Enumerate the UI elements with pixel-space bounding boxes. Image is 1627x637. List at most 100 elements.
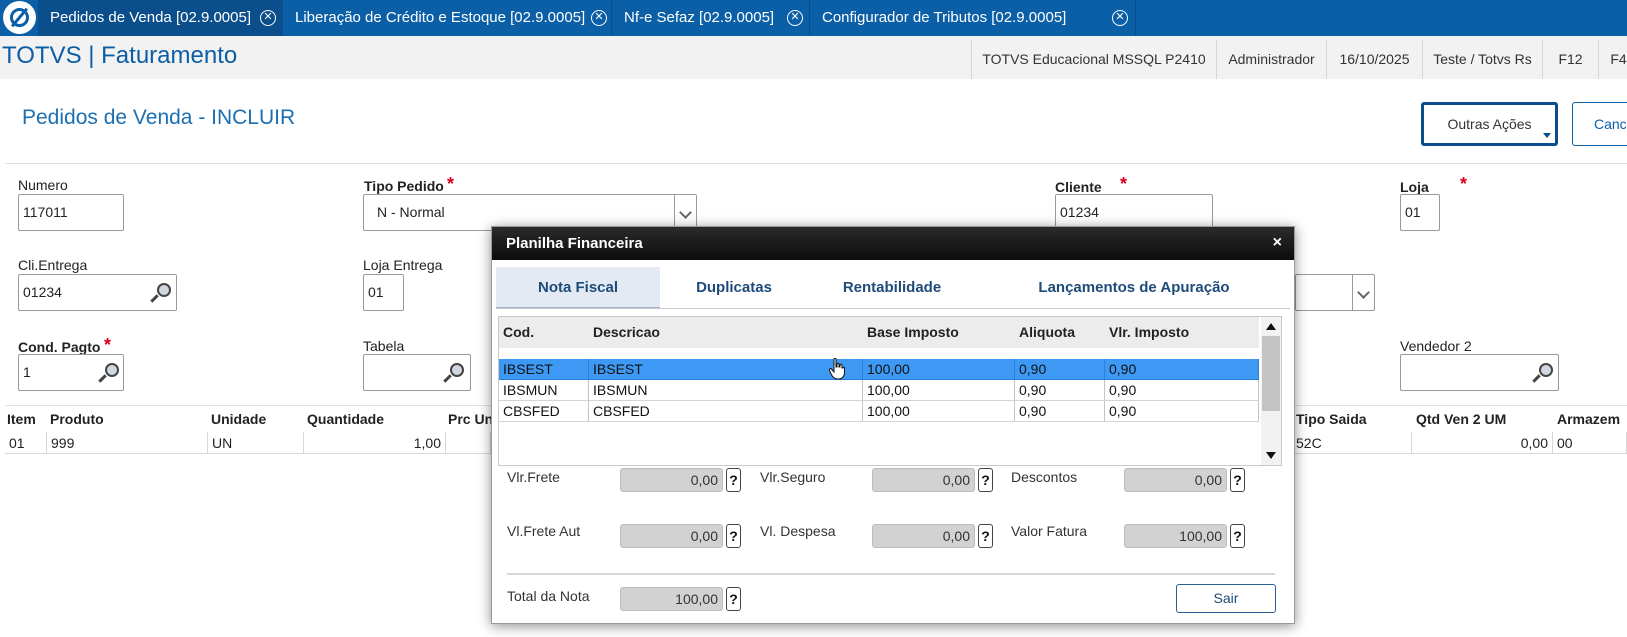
scroll-up-arrow-icon[interactable] <box>1266 323 1276 330</box>
tab-duplicatas[interactable]: Duplicatas <box>660 267 808 309</box>
cell-aliquota: 0,90 <box>1015 380 1105 401</box>
loja-entrega-field[interactable]: 01 <box>363 274 404 311</box>
tab-lancamentos-apuracao[interactable]: Lançamentos de Apuração <box>976 267 1292 309</box>
tab-label: Configurador de Tributos [02.9.0005] <box>822 9 1067 26</box>
tab-liberacao-credito[interactable]: Liberação de Crédito e Estoque [02.9.000… <box>283 0 612 36</box>
close-tab-icon[interactable]: ✕ <box>260 10 276 26</box>
help-button[interactable]: ? <box>978 468 993 492</box>
help-button[interactable]: ? <box>1230 468 1245 492</box>
tax-grid: Cod. Descricao Base Imposto Aliquota Vlr… <box>498 316 1282 466</box>
table-row[interactable]: IBSMUN IBSMUN 100,00 0,90 0,90 <box>499 380 1259 401</box>
vlr-frete-label: Vlr.Frete <box>507 469 560 485</box>
outras-acoes-label: Outras Ações <box>1447 116 1532 132</box>
help-button[interactable]: ? <box>978 524 993 548</box>
tab-pedidos-de-venda[interactable]: Pedidos de Venda [02.9.0005] ✕ <box>38 0 283 36</box>
grid-header-produto[interactable]: Produto <box>50 407 104 431</box>
grid-cell-qtd-ven-2um[interactable]: 0,00 <box>1412 432 1553 454</box>
vertical-scrollbar[interactable] <box>1261 317 1281 465</box>
f12-button[interactable]: F12 <box>1542 40 1598 79</box>
total-da-nota-label: Total da Nota <box>507 588 590 604</box>
grid-header-item[interactable]: Item <box>7 407 36 431</box>
close-icon[interactable]: × <box>1273 235 1282 251</box>
cond-pagto-field[interactable]: 1 <box>18 354 124 391</box>
valor-fatura-field: 100,00 <box>1124 524 1227 548</box>
numero-field[interactable]: 117011 <box>18 194 124 231</box>
f4-button[interactable]: F4 <box>1598 40 1627 79</box>
cell-descricao: IBSEST <box>589 359 863 380</box>
col-base-imposto[interactable]: Base Imposto <box>863 317 959 348</box>
search-icon[interactable] <box>98 363 121 383</box>
tab-rentabilidade[interactable]: Rentabilidade <box>808 267 976 309</box>
vl-despesa-label: Vl. Despesa <box>760 523 836 539</box>
dialog-title-bar: Planilha Financeira × <box>492 227 1294 260</box>
help-button[interactable]: ? <box>1230 524 1245 548</box>
cli-entrega-value: 01234 <box>23 284 62 300</box>
tab-nota-fiscal[interactable]: Nota Fiscal <box>496 267 660 309</box>
search-icon[interactable] <box>150 283 173 303</box>
grid-header-qtd-ven-2um[interactable]: Qtd Ven 2 UM <box>1416 407 1506 431</box>
environment-info[interactable]: TOTVS Educacional MSSQL P2410 <box>971 40 1216 79</box>
close-tab-icon[interactable]: ✕ <box>787 10 803 26</box>
required-marker: * <box>1120 174 1128 194</box>
sair-button[interactable]: Sair <box>1176 584 1276 613</box>
tab-nfe-sefaz[interactable]: Nf-e Sefaz [02.9.0005] ✕ <box>612 0 810 36</box>
cell-descricao: CBSFED <box>589 401 863 422</box>
scroll-thumb[interactable] <box>1262 336 1280 411</box>
col-vlr-imposto[interactable]: Vlr. Imposto <box>1105 317 1189 348</box>
grid-cell-quantidade[interactable]: 1,00 <box>304 432 446 454</box>
hand-cursor-icon <box>829 358 845 380</box>
cliente-value: 01234 <box>1060 204 1099 220</box>
help-button[interactable]: ? <box>726 524 741 548</box>
tax-grid-header: Cod. Descricao Base Imposto Aliquota Vlr… <box>499 317 1259 348</box>
cell-aliquota: 0,90 <box>1015 359 1105 380</box>
cell-base-imposto: 100,00 <box>863 359 1015 380</box>
cli-entrega-field[interactable]: 01234 <box>18 274 177 311</box>
chevron-down-icon[interactable] <box>1352 275 1374 310</box>
grid-cell-prc-un[interactable] <box>446 432 491 454</box>
close-tab-icon[interactable]: ✕ <box>591 10 607 26</box>
search-icon[interactable] <box>1532 363 1555 383</box>
grid-cell-unidade[interactable]: UN <box>208 432 304 454</box>
grid-cell-armazem[interactable]: 00 <box>1553 432 1627 454</box>
grid-cell-produto[interactable]: 999 <box>47 432 208 454</box>
date-info[interactable]: 16/10/2025 <box>1326 40 1422 79</box>
hidden-select-field[interactable] <box>1295 274 1375 311</box>
dialog-title: Planilha Financeira <box>506 235 643 252</box>
dropdown-caret-icon <box>1543 133 1551 138</box>
grid-cell-item[interactable]: 01 <box>5 432 47 454</box>
grid-header-quantidade[interactable]: Quantidade <box>307 407 384 431</box>
vendedor2-field[interactable] <box>1400 354 1559 391</box>
tabela-field[interactable] <box>363 354 471 391</box>
tab-configurador-tributos[interactable]: Configurador de Tributos [02.9.0005] ✕ <box>810 0 1136 36</box>
grid-header-tipo-saida[interactable]: Tipo Saida <box>1296 407 1367 431</box>
col-aliquota[interactable]: Aliquota <box>1015 317 1075 348</box>
grid-cell-tipo-saida[interactable]: 52C <box>1292 432 1412 454</box>
help-button[interactable]: ? <box>726 468 741 492</box>
loja-field[interactable]: 01 <box>1400 194 1440 231</box>
user-info[interactable]: Administrador <box>1216 40 1326 79</box>
cell-base-imposto: 100,00 <box>863 401 1015 422</box>
loja-label: Loja <box>1400 179 1429 195</box>
col-descricao[interactable]: Descricao <box>589 317 660 348</box>
grid-header-armazem[interactable]: Armazem <box>1557 407 1620 431</box>
vlr-seguro-label: Vlr.Seguro <box>760 469 826 485</box>
table-row[interactable]: CBSFED CBSFED 100,00 0,90 0,90 <box>499 401 1259 422</box>
company-info[interactable]: Teste / Totvs Rs <box>1422 40 1542 79</box>
close-tab-icon[interactable]: ✕ <box>1112 10 1128 26</box>
tab-divider <box>496 308 1290 309</box>
vendedor2-label: Vendedor 2 <box>1400 338 1472 354</box>
chevron-down-icon[interactable] <box>674 195 696 230</box>
tipo-pedido-value: N - Normal <box>377 204 445 220</box>
grid-header-prc-un[interactable]: Prc Un <box>448 407 493 431</box>
scroll-down-arrow-icon[interactable] <box>1266 452 1276 459</box>
outras-acoes-button[interactable]: Outras Ações <box>1421 102 1558 146</box>
cancelar-button[interactable]: Cancelar <box>1572 102 1627 146</box>
grid-header-unidade[interactable]: Unidade <box>211 407 266 431</box>
vl-frete-aut-field: 0,00 <box>620 524 723 548</box>
search-icon[interactable] <box>443 363 466 383</box>
table-row[interactable]: IBSEST IBSEST 100,00 0,90 0,90 <box>499 359 1259 380</box>
cond-pagto-label: Cond. Pagto <box>18 339 101 355</box>
totvs-logo-icon[interactable] <box>3 1 36 34</box>
help-button[interactable]: ? <box>726 587 741 611</box>
col-cod[interactable]: Cod. <box>499 317 534 348</box>
